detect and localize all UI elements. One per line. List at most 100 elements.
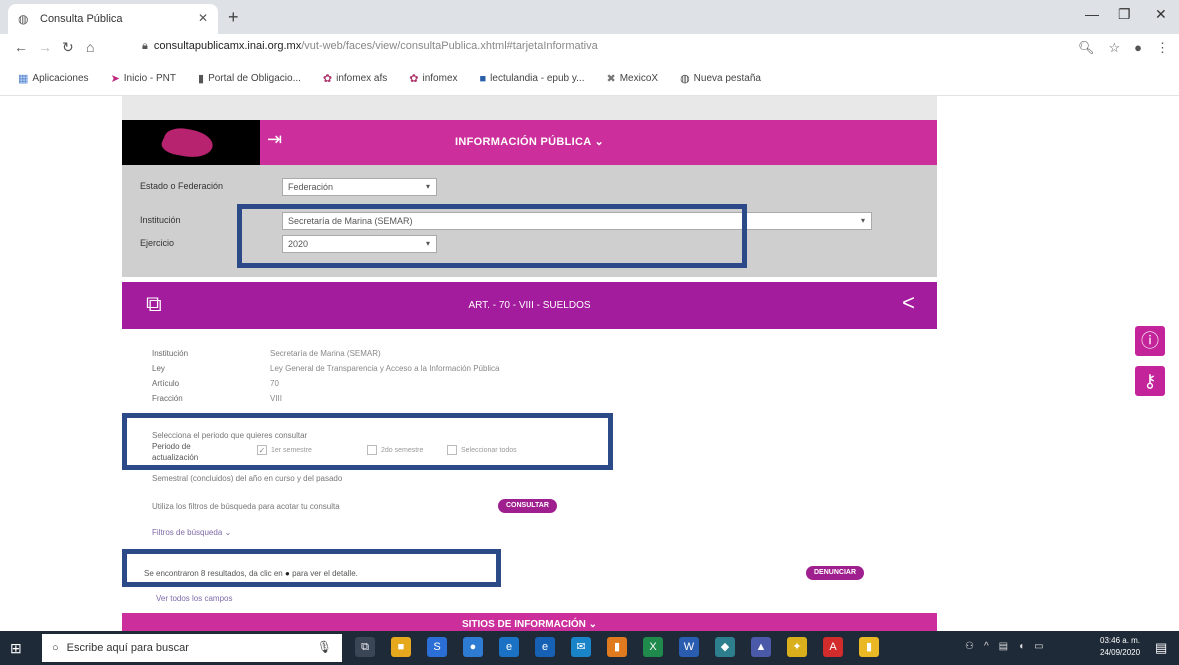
article-title: ART. - 70 - VIII - SUELDOS (468, 300, 591, 311)
search-icon: ○ (52, 642, 59, 654)
zoom-icon[interactable]: 🔍︎ (1078, 40, 1095, 56)
ie-icon[interactable]: e (535, 637, 555, 657)
highlight-box (237, 204, 747, 268)
estado-select[interactable]: Federación ▾ (282, 178, 437, 196)
header-title[interactable]: INFORMACIÓN PÚBLICA ⌄ (122, 135, 937, 148)
denunciar-button[interactable]: DENUNCIAR (806, 566, 864, 580)
bookmark-item[interactable]: ✖ MexicoX (606, 72, 658, 85)
site-header: ⇥ INFORMACIÓN PÚBLICA ⌄ (122, 120, 937, 165)
bookmark-item[interactable]: ▦ Aplicaciones (18, 72, 89, 85)
apps-grid-icon: ▦ (18, 73, 29, 85)
profile-icon[interactable]: ● (1134, 40, 1142, 56)
taskbar: ⊞ ○ Escribe aquí para buscar 🎙︎ ⧉ ■ S ● … (0, 631, 1179, 665)
infomex-icon: ✿ (322, 73, 333, 85)
app-icon[interactable]: ◆ (715, 637, 735, 657)
bookmark-item[interactable]: ◍ Nueva pestaña (680, 72, 761, 85)
sitios-bar[interactable]: SITIOS DE INFORMACIÓN ⌄ (122, 613, 937, 631)
windows-start-icon[interactable]: ⊞ (10, 640, 22, 657)
reload-icon[interactable]: ↻ (62, 39, 74, 56)
info-value: Secretaría de Marina (SEMAR) (270, 349, 381, 358)
share-icon[interactable]: < (902, 290, 915, 316)
close-icon[interactable]: ✕ (198, 11, 208, 25)
search-hint: Utiliza los filtros de búsqueda para aco… (152, 502, 340, 511)
taskbar-search[interactable]: ○ Escribe aquí para buscar 🎙︎ (42, 634, 342, 662)
star-icon[interactable]: ☆ (1108, 40, 1120, 56)
bookmark-item[interactable]: ➤ Inicio - PNT (111, 72, 176, 85)
institucion-label: Institución (140, 215, 181, 225)
key-icon[interactable]: ⚷ (1135, 366, 1165, 396)
chevron-down-icon: ▾ (425, 182, 430, 191)
system-tray: ⚇ ^ ▤ ◖ ▭ (965, 641, 1044, 652)
home-icon[interactable]: ⌂ (86, 39, 94, 55)
maximize-icon[interactable]: ❐ (1118, 6, 1131, 23)
url-host: consultapublicamx.inai.org.mx (153, 40, 302, 52)
globe-icon: ◍ (680, 73, 690, 85)
url-path: /vut-web/faces/view/consultaPublica.xhtm… (301, 40, 598, 52)
book-icon: ■ (479, 72, 487, 85)
mexico-icon: ✖ (606, 73, 616, 85)
bookmark-item[interactable]: ▮ Portal de Obligacio... (198, 72, 301, 85)
lock-icon: 🔒︎ (142, 40, 148, 52)
forward-icon[interactable]: → (38, 39, 52, 55)
globe-icon: ◍ (18, 12, 29, 26)
microphone-icon[interactable]: 🎙︎ (317, 640, 332, 654)
sticky-note-icon[interactable]: ▮ (859, 637, 879, 657)
tab-title: Consulta Pública (40, 13, 123, 25)
info-value: VIII (270, 394, 283, 403)
bookmark-item[interactable]: ■ lectulandia - epub y... (480, 73, 585, 85)
page-content: ⇥ INFORMACIÓN PÚBLICA ⌄ Estado o Federac… (0, 96, 1179, 631)
app-icon[interactable]: ▮ (607, 637, 627, 657)
people-icon[interactable]: ⚇ (965, 641, 974, 652)
word-icon[interactable]: W (679, 637, 699, 657)
app-icon[interactable]: ▲ (751, 637, 771, 657)
minimize-icon[interactable]: — (1085, 6, 1099, 22)
bookmark-item[interactable]: ✿ infomex afs (323, 72, 387, 85)
window-close-icon[interactable]: ✕ (1155, 6, 1167, 23)
url-field[interactable]: 🔒︎ consultapublicamx.inai.org.mx/vut-web/… (142, 40, 598, 53)
article-bar: ⧉ ART. - 70 - VIII - SUELDOS < (122, 282, 937, 329)
pnt-logo-icon: ➤ (110, 73, 120, 85)
info-value: 70 (270, 379, 279, 388)
highlight-box (122, 549, 501, 587)
lightbulb-icon[interactable]: ✦ (787, 637, 807, 657)
info-label: Artículo (152, 379, 180, 388)
chevron-up-icon[interactable]: ^ (984, 641, 989, 652)
highlight-box (122, 413, 613, 470)
chrome-icon[interactable]: ● (463, 637, 483, 657)
address-bar: ← → ↻ ⌂ 🔒︎ consultapublicamx.inai.org.mx/… (0, 34, 1179, 62)
top-strip (122, 96, 937, 120)
info-label: Fracción (152, 394, 183, 403)
network-icon[interactable]: ▤ (999, 641, 1008, 652)
ver-todos-link[interactable]: Ver todos los campos (156, 594, 232, 603)
outlook-icon[interactable]: ✉ (571, 637, 591, 657)
document-icon: ▮ (198, 73, 205, 85)
bookmark-item[interactable]: ✿ infomex (409, 72, 457, 85)
browser-tab-bar: ◍ Consulta Pública ✕ + — ❐ ✕ (0, 0, 1179, 34)
notifications-icon[interactable]: ▤ (1155, 640, 1167, 656)
pdf-icon[interactable]: A (823, 637, 843, 657)
new-tab-button[interactable]: + (228, 7, 239, 28)
back-icon[interactable]: ← (14, 39, 28, 55)
filtros-busqueda-link[interactable]: Filtros de búsqueda ⌄ (152, 528, 231, 537)
info-label: Institución (152, 349, 189, 358)
excel-icon[interactable]: X (643, 637, 663, 657)
skype-icon[interactable]: S (427, 637, 447, 657)
ejercicio-label: Ejercicio (140, 238, 175, 248)
clock[interactable]: 03:46 a. m. 24/09/2020 (1100, 635, 1140, 659)
file-explorer-icon[interactable]: ■ (391, 637, 411, 657)
consultar-button[interactable]: CONSULTAR (498, 499, 557, 513)
info-value: Ley General de Transparencia y Acceso a … (270, 364, 500, 373)
edge-icon[interactable]: e (499, 637, 519, 657)
periodo-note: Semestral (concluidos) del año en curso … (152, 474, 343, 483)
estado-label: Estado o Federación (140, 181, 224, 191)
alert-icon[interactable]: ⓘ (1135, 326, 1165, 356)
menu-icon[interactable]: ⋮ (1156, 40, 1169, 56)
chevron-down-icon: ▾ (860, 216, 865, 225)
infomex-icon: ✿ (409, 73, 419, 85)
battery-icon[interactable]: ▭ (1034, 641, 1043, 652)
bookmarks-bar: ▦ Aplicaciones ➤ Inicio - PNT ▮ Portal de O… (0, 62, 1179, 96)
volume-icon[interactable]: ◖ (1018, 641, 1024, 652)
info-label: Ley (152, 364, 165, 373)
browser-tab[interactable]: ◍ Consulta Pública ✕ (8, 4, 218, 34)
task-view-icon[interactable]: ⧉ (355, 637, 375, 657)
